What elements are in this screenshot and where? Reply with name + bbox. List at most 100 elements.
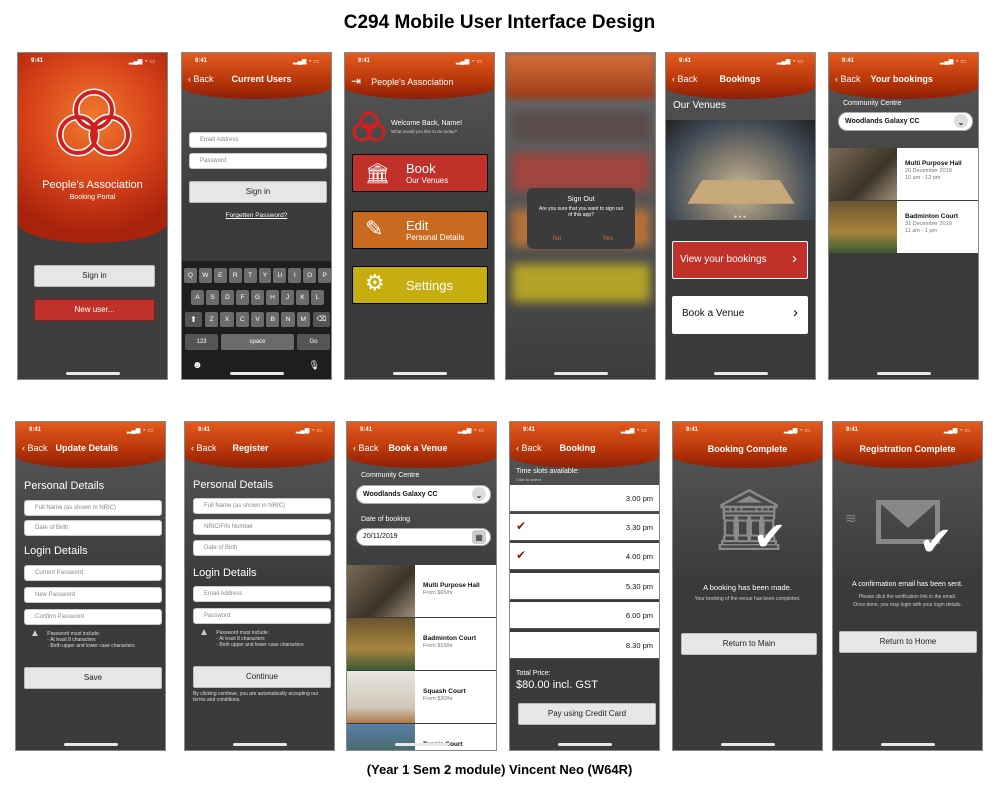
keyboard-key[interactable]: Z: [205, 312, 219, 327]
keyboard-key[interactable]: I: [288, 268, 302, 283]
keyboard-key[interactable]: P: [318, 268, 331, 283]
keyboard-key[interactable]: B: [266, 312, 280, 327]
space-key[interactable]: space: [221, 334, 294, 350]
back-button[interactable]: ‹ Back: [22, 443, 48, 453]
back-button[interactable]: ‹ Back: [188, 74, 214, 84]
current-password-field[interactable]: Current Password: [24, 565, 162, 581]
emoji-icon[interactable]: ☻: [192, 360, 203, 371]
keyboard-key[interactable]: T: [243, 268, 257, 283]
email-submessage-2: Once done, you may login with your login…: [853, 602, 962, 608]
keyboard-key[interactable]: D: [221, 290, 234, 305]
keyboard-key[interactable]: U: [273, 268, 287, 283]
time-slot[interactable]: ✔ 4.00 pm: [510, 543, 659, 570]
password-field[interactable]: Password: [189, 153, 327, 169]
keyboard-key[interactable]: L: [311, 290, 324, 305]
calendar-icon[interactable]: ▦: [472, 530, 486, 544]
venue-item[interactable]: Squash Court From $30/hr: [347, 671, 496, 723]
time-slot[interactable]: ✔ 3.30 pm: [510, 514, 659, 541]
home-indicator: [713, 372, 768, 375]
keyboard-key[interactable]: V: [250, 312, 265, 327]
keyboard-key[interactable]: Q: [184, 268, 197, 283]
home-indicator: [63, 743, 118, 746]
keyboard-key[interactable]: O: [303, 268, 317, 283]
building-icon: 🏛: [365, 163, 391, 185]
fullname-field[interactable]: Full Name (as shown in NRIC): [193, 498, 331, 514]
keyboard-key[interactable]: N: [281, 312, 295, 327]
motion-lines-icon: ≋: [845, 510, 857, 526]
email-field[interactable]: Email Address: [189, 132, 327, 148]
keyboard-key[interactable]: J: [281, 290, 294, 305]
keyboard-key[interactable]: H: [266, 290, 279, 305]
keyboard-key[interactable]: X: [220, 312, 234, 327]
edit-details-button[interactable]: ✎ Edit Personal Details: [352, 211, 488, 249]
shift-key[interactable]: ⬆: [185, 312, 202, 327]
book-venue-button[interactable]: Book a Venue ›: [672, 296, 808, 334]
microphone-icon[interactable]: 🎙: [309, 360, 320, 371]
password-field[interactable]: Password: [193, 608, 331, 624]
login-heading: Login Details: [24, 545, 88, 557]
time-slot[interactable]: 5.30 pm: [510, 573, 659, 600]
keyboard-key[interactable]: F: [236, 290, 249, 305]
signal-icon: ▂▄▆ ◔ ▭: [292, 59, 319, 65]
yes-button[interactable]: Yes: [602, 235, 613, 242]
cc-select[interactable]: Woodlands Galaxy CC ⌄: [356, 485, 491, 504]
date-field[interactable]: 20/11/2019 ▦: [356, 528, 491, 546]
confirm-password-field[interactable]: Confirm Password: [24, 609, 162, 625]
keyboard-key[interactable]: G: [251, 290, 264, 305]
sign-out-icon[interactable]: ⇥: [351, 74, 361, 88]
signal-icon: ▂▄▆ ◔ ▭: [455, 59, 482, 65]
keyboard-key[interactable]: W: [198, 268, 212, 283]
keyboard-row: ASDFGHJKL: [191, 290, 324, 305]
back-button[interactable]: ‹ Back: [516, 443, 542, 453]
settings-button[interactable]: ⚙ Settings: [352, 266, 488, 304]
back-button[interactable]: ‹ Back: [191, 443, 217, 453]
time-slot[interactable]: 8.30 pm: [510, 632, 659, 659]
email-field[interactable]: Email Address: [193, 586, 331, 602]
keyboard-key[interactable]: C: [235, 312, 249, 327]
no-button[interactable]: No: [553, 235, 561, 242]
venue-item[interactable]: Badminton Court From $10/hr: [347, 618, 496, 670]
back-button[interactable]: ‹ Back: [835, 74, 861, 84]
email-message: A confirmation email has been sent.: [852, 581, 963, 588]
booking-item[interactable]: Multi Purpose Hall 20 December 2019 10 a…: [829, 148, 978, 200]
venue-item[interactable]: Tennis Court: [347, 724, 496, 750]
carousel-dots[interactable]: ● ● ●: [734, 214, 746, 220]
new-user-button[interactable]: New user...: [34, 299, 155, 321]
signin-button[interactable]: Sign in: [189, 181, 327, 203]
keyboard-key[interactable]: S: [206, 290, 219, 305]
cc-select[interactable]: Woodlands Galaxy CC ⌄: [838, 112, 973, 131]
back-button[interactable]: ‹ Back: [353, 443, 379, 453]
view-bookings-button[interactable]: View your bookings ›: [672, 241, 808, 279]
keyboard-key[interactable]: Y: [258, 268, 272, 283]
dob-field[interactable]: Date of Birth: [193, 540, 331, 556]
keyboard-key[interactable]: K: [296, 290, 309, 305]
venue-item[interactable]: Multi Purpose Hall From $65/hr: [347, 565, 496, 617]
status-time: 9:41: [686, 427, 699, 433]
time-slot[interactable]: 3.00 pm: [510, 485, 659, 512]
forgot-password-link[interactable]: Forgetten Password?: [182, 212, 331, 219]
welcome-prompt: What would you like to do today?: [391, 129, 458, 134]
back-button[interactable]: ‹ Back: [672, 74, 698, 84]
keyboard-key[interactable]: E: [213, 268, 227, 283]
save-button[interactable]: Save: [24, 667, 162, 689]
booking-item[interactable]: Badminton Court 31 December 2019 11 am -…: [829, 201, 978, 253]
dob-field[interactable]: Date of Birth: [24, 520, 162, 536]
numbers-key[interactable]: 123: [185, 334, 218, 350]
pay-credit-card-button[interactable]: Pay using Credit Card: [518, 703, 656, 725]
fullname-field[interactable]: Full Name (as shown in NRIC): [24, 500, 162, 516]
keyboard-key[interactable]: A: [191, 290, 204, 305]
return-main-button[interactable]: Return to Main: [681, 633, 817, 655]
book-venues-button[interactable]: 🏛 Book Our Venues: [352, 154, 488, 192]
keyboard-key[interactable]: M: [296, 312, 310, 327]
backspace-key[interactable]: ⌫: [313, 312, 330, 327]
go-key[interactable]: Go: [297, 334, 330, 350]
screen-title: Booking Complete: [707, 444, 788, 454]
continue-button[interactable]: Continue: [193, 666, 331, 688]
new-password-field[interactable]: New Password: [24, 587, 162, 603]
signin-button[interactable]: Sign in: [34, 265, 155, 287]
time-slot[interactable]: 6.00 pm: [510, 602, 659, 629]
total-price: $80.00 incl. GST: [516, 679, 598, 691]
keyboard-key[interactable]: R: [228, 268, 242, 283]
nric-field[interactable]: NRIC/FIN Number: [193, 519, 331, 535]
return-home-button[interactable]: Return to Home: [839, 631, 977, 653]
